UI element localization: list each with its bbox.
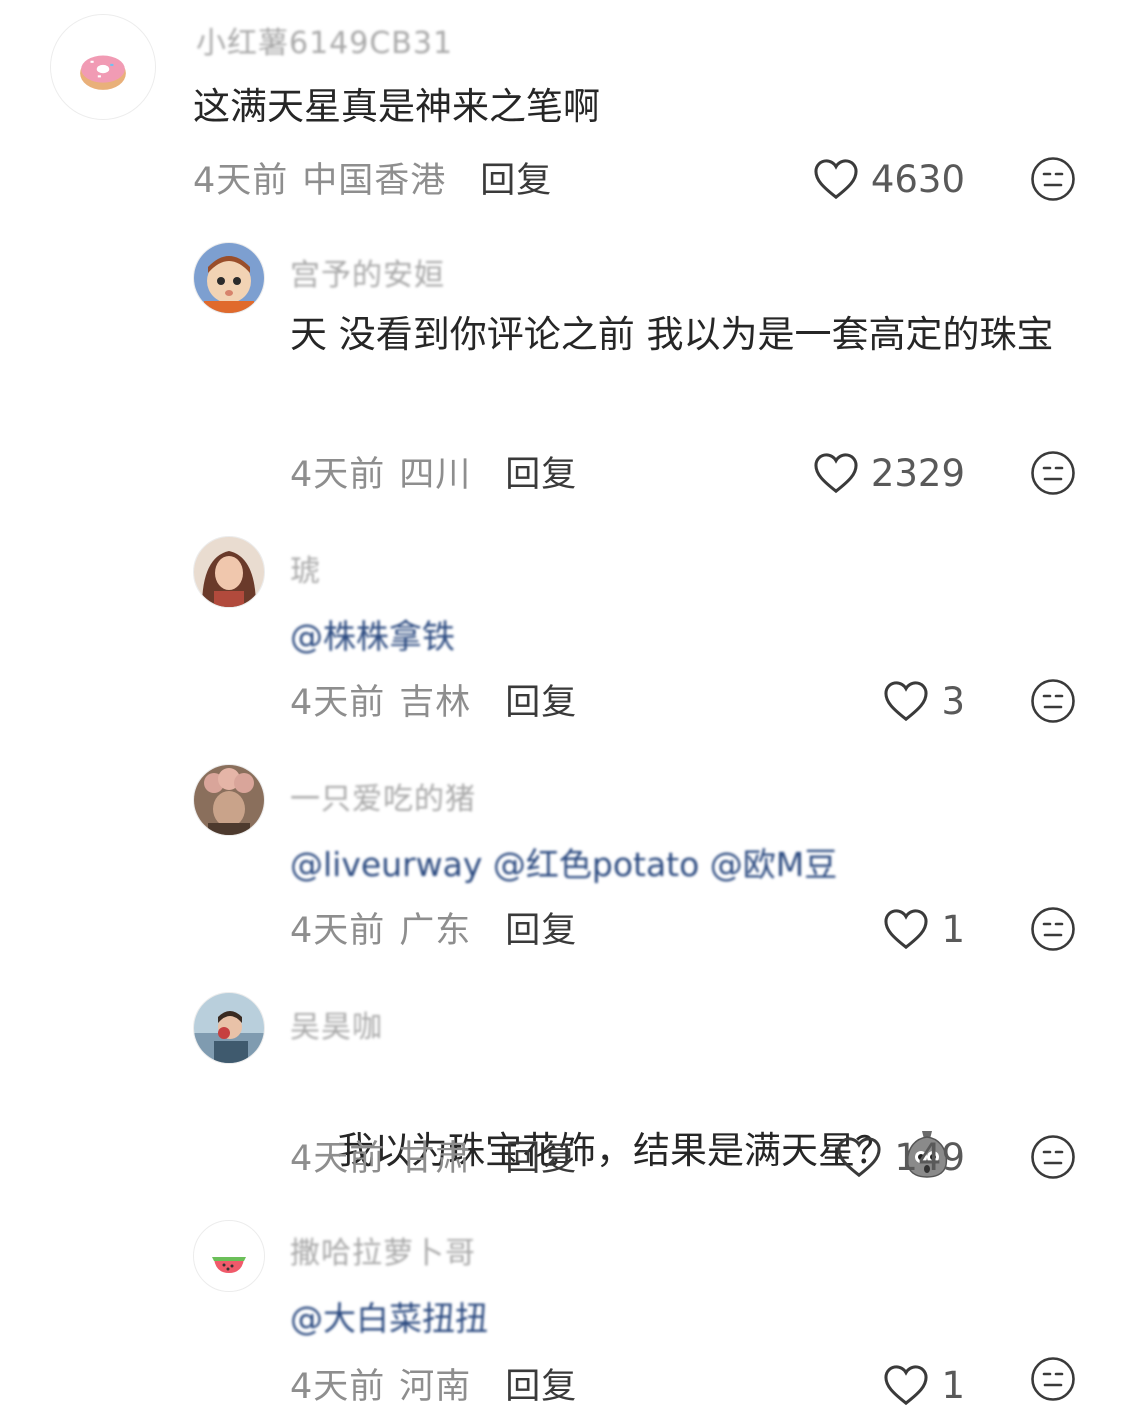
like-button[interactable]: 149	[836, 1132, 965, 1182]
reply-button[interactable]: 回复	[505, 674, 577, 725]
like-count: 3	[941, 679, 965, 723]
comment-username[interactable]: 宫予的安姮	[290, 250, 445, 294]
comment-meta: 4天前 四川 回复	[290, 446, 577, 497]
dislike-face-icon	[1031, 679, 1075, 723]
avatar[interactable]	[193, 764, 265, 836]
reply-button[interactable]: 回复	[505, 1130, 577, 1181]
like-button[interactable]: 2329	[813, 448, 965, 498]
mention-link[interactable]: @株株拿铁	[290, 610, 455, 658]
comment-location: 中国香港	[302, 161, 447, 201]
avatar[interactable]	[193, 1220, 265, 1292]
dislike-face-icon	[1031, 1357, 1075, 1401]
avatar[interactable]	[193, 242, 265, 314]
dislike-button[interactable]	[1030, 1134, 1076, 1180]
comment-username[interactable]: 琥	[290, 546, 321, 590]
mention-link[interactable]: @大白菜扭扭	[290, 1292, 488, 1340]
reply-button[interactable]: 回复	[505, 1358, 577, 1409]
heart-icon	[884, 681, 929, 722]
heart-icon	[884, 909, 929, 950]
dislike-button[interactable]	[1030, 678, 1076, 724]
dislike-button[interactable]	[1030, 450, 1076, 496]
dislike-button[interactable]	[1030, 906, 1076, 952]
comment-meta: 4天前 广东 回复	[290, 902, 577, 953]
comment-meta: 4天前 甘肃 回复	[290, 1130, 577, 1181]
comment-meta: 4天前 中国香港 回复	[193, 152, 552, 203]
comment-time: 4天前	[290, 455, 386, 495]
comment-location: 河南	[399, 1367, 472, 1407]
heart-icon	[814, 453, 858, 494]
comment-text: 这满天星真是神来之笔啊	[193, 85, 600, 128]
comment-location: 广东	[399, 911, 472, 951]
comment-username[interactable]: 小红薯6149CB31	[196, 18, 453, 62]
like-count: 2329	[870, 451, 965, 495]
reply-button[interactable]: 回复	[505, 446, 577, 497]
comment-time: 4天前	[290, 1139, 386, 1179]
comment-time: 4天前	[193, 161, 289, 201]
like-button[interactable]: 1	[883, 904, 965, 954]
avatar[interactable]	[193, 536, 265, 608]
comment-meta: 4天前 吉林 回复	[290, 674, 577, 725]
comment-location: 吉林	[399, 683, 472, 723]
comment-time: 4天前	[290, 911, 386, 951]
comment-text: 天 没看到你评论之前 我以为是一套高定的珠宝	[290, 313, 1054, 356]
comment-username[interactable]: 撒哈拉萝卜哥	[290, 1228, 476, 1272]
like-count: 149	[894, 1135, 965, 1179]
reply-button[interactable]: 回复	[505, 902, 577, 953]
reply-button[interactable]: 回复	[480, 152, 552, 203]
heart-icon	[814, 159, 858, 200]
dislike-face-icon	[1031, 1135, 1075, 1179]
comment-username[interactable]: 一只爱吃的猪	[290, 774, 476, 818]
dislike-face-icon	[1031, 451, 1075, 495]
comment-username[interactable]: 吴昊咖	[290, 1002, 383, 1046]
heart-icon	[884, 1365, 929, 1406]
heart-icon	[837, 1137, 881, 1178]
comment-time: 4天前	[290, 683, 386, 723]
dislike-face-icon	[1031, 907, 1075, 951]
like-count: 1	[941, 907, 965, 951]
mention-link[interactable]: @liveurway @红色potato @欧M豆	[290, 838, 837, 886]
like-button[interactable]: 1	[883, 1360, 965, 1410]
like-count: 4630	[870, 157, 965, 201]
dislike-button[interactable]	[1030, 156, 1076, 202]
dislike-face-icon	[1031, 157, 1075, 201]
dislike-button[interactable]	[1030, 1356, 1076, 1402]
like-button[interactable]: 4630	[813, 154, 965, 204]
comment-time: 4天前	[290, 1367, 386, 1407]
comment-location: 甘肃	[399, 1139, 472, 1179]
avatar[interactable]	[50, 14, 156, 120]
comment-meta: 4天前 河南 回复	[290, 1358, 577, 1409]
like-button[interactable]: 3	[883, 676, 965, 726]
like-count: 1	[941, 1363, 965, 1407]
avatar[interactable]	[193, 992, 265, 1064]
comment-location: 四川	[399, 455, 472, 495]
